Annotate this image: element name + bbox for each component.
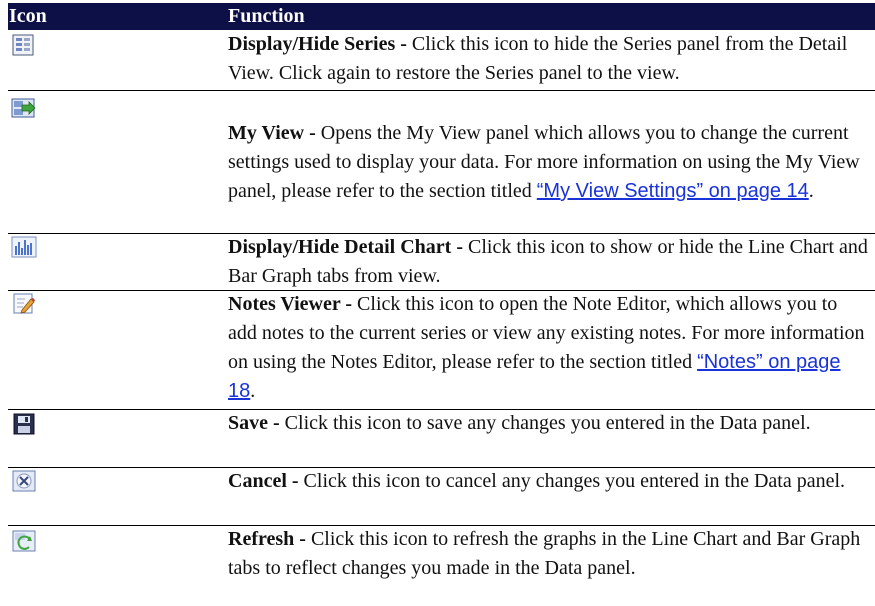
row-cancel: Cancel - Click this icon to cancel any c…: [228, 467, 868, 496]
row-display-hide-detail-chart: Display/Hide Detail Chart - Click this i…: [228, 233, 868, 291]
row-title: Refresh -: [228, 528, 306, 550]
my-view-icon[interactable]: [11, 97, 37, 119]
link-my-view-settings[interactable]: “My View Settings” on page 14: [537, 180, 809, 202]
refresh-icon[interactable]: [11, 530, 37, 552]
row-my-view: My View - Opens the My View panel which …: [228, 119, 868, 206]
row-title: My View -: [228, 122, 316, 144]
row-description: Click this icon to cancel any changes yo…: [298, 470, 846, 492]
row-title: Notes Viewer -: [228, 293, 353, 315]
row-title: Display/Hide Detail Chart -: [228, 236, 463, 258]
header-function-column: Function: [228, 5, 305, 27]
row-divider: [8, 90, 875, 91]
save-icon[interactable]: [11, 413, 37, 435]
row-refresh: Refresh - Click this icon to refresh the…: [228, 525, 868, 583]
row-display-hide-series: Display/Hide Series - Click this icon to…: [228, 30, 868, 88]
row-suffix: .: [808, 180, 814, 202]
row-suffix: .: [250, 380, 256, 402]
table-header: [8, 3, 875, 30]
display-hide-detail-chart-icon[interactable]: [11, 236, 37, 258]
row-save: Save - Click this icon to save any chang…: [228, 409, 868, 438]
notes-viewer-icon[interactable]: [11, 293, 37, 315]
row-notes-viewer: Notes Viewer - Click this icon to open t…: [228, 290, 868, 406]
row-description: Click this icon to save any changes you …: [279, 412, 811, 434]
row-title: Save -: [228, 412, 280, 434]
header-icon-column: Icon: [9, 5, 47, 27]
row-title: Cancel -: [228, 470, 299, 492]
icon-function-table: Icon Function Display/Hide Series - Clic…: [0, 0, 875, 606]
row-description: Click this icon to refresh the graphs in…: [228, 528, 861, 579]
cancel-icon[interactable]: [11, 470, 37, 492]
row-title: Display/Hide Series -: [228, 33, 407, 55]
display-hide-series-icon[interactable]: [11, 34, 37, 56]
